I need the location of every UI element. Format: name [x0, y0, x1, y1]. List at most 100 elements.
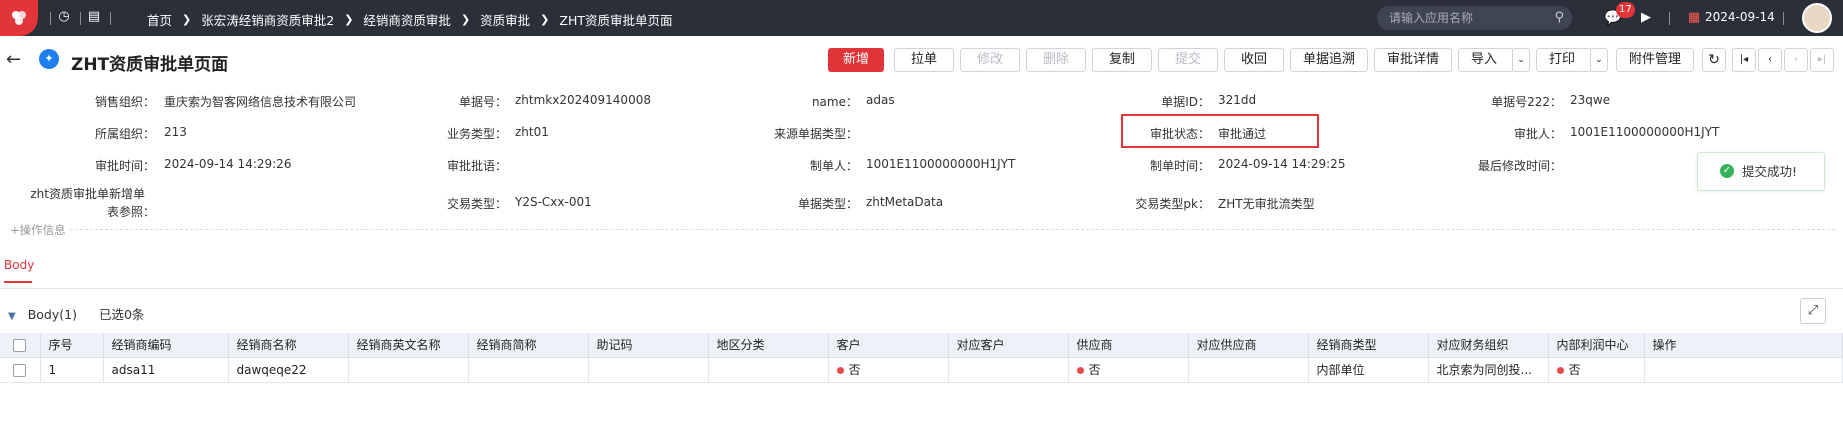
- cell-dealer-code[interactable]: adsa11: [103, 357, 229, 383]
- column-header[interactable]: 对应客户: [948, 333, 1069, 358]
- field-value-doc-no-222: 23qwe: [1570, 93, 1611, 107]
- tab-body[interactable]: Body: [4, 258, 34, 272]
- chevron-right-icon: ❯: [540, 13, 550, 26]
- cell-finance-org[interactable]: 北京索为同创投...: [1428, 357, 1549, 383]
- status-dot-icon: [1556, 367, 1564, 374]
- column-header[interactable]: 对应供应商: [1188, 333, 1309, 358]
- notification-badge: 17: [1616, 2, 1635, 18]
- field-label-name: name：: [811, 95, 858, 109]
- breadcrumb: 首页 ❯ 张宏涛经销商资质审批2 ❯ 经销商资质审批 ❯ 资质审批 ❯ ZHT资…: [147, 10, 673, 29]
- column-header[interactable]: 序号: [40, 333, 104, 358]
- back-arrow-icon[interactable]: ←: [6, 49, 21, 70]
- column-header[interactable]: 经销商简称: [468, 333, 589, 358]
- print-dropdown-chevron-icon[interactable]: ⌄: [1590, 48, 1608, 72]
- attachment-management-button[interactable]: 附件管理: [1616, 48, 1694, 72]
- chevron-right-icon: ❯: [344, 13, 354, 26]
- field-value-sales-org: 重庆索为智客网络信息技术有限公司: [164, 95, 357, 109]
- field-label-trade-type: 交易类型：: [446, 197, 507, 211]
- delete-button[interactable]: 删除: [1026, 48, 1086, 72]
- column-header[interactable]: 经销商名称: [228, 333, 349, 358]
- field-label-source-doc-type: 来源单据类型：: [773, 127, 858, 141]
- trace-document-button[interactable]: 单据追溯: [1290, 48, 1368, 72]
- avatar[interactable]: [1802, 3, 1832, 33]
- app-logo[interactable]: [0, 0, 38, 36]
- divider: [0, 288, 1843, 289]
- field-value-creator: 1001E1100000000H1JYT: [866, 157, 1016, 171]
- breadcrumb-item[interactable]: 张宏涛经销商资质审批2: [201, 10, 334, 29]
- cell-customer[interactable]: 否: [828, 357, 949, 383]
- field-value-doc-id: 321dd: [1218, 93, 1257, 107]
- app-search-input[interactable]: 请输入应用名称 ⚲: [1377, 6, 1572, 30]
- refresh-icon[interactable]: ↻: [1702, 48, 1726, 72]
- last-record-icon[interactable]: ▸|: [1810, 48, 1834, 72]
- column-header[interactable]: 对应财务组织: [1428, 333, 1549, 358]
- column-header[interactable]: 操作: [1644, 333, 1843, 358]
- column-header[interactable]: 经销商编码: [103, 333, 229, 358]
- cell-dealer-name[interactable]: dawqeqe22: [228, 357, 349, 383]
- chevron-right-icon: ❯: [460, 13, 471, 26]
- video-icon[interactable]: ▶: [1638, 10, 1654, 26]
- recall-button[interactable]: 收回: [1224, 48, 1284, 72]
- select-all-checkbox[interactable]: [0, 333, 41, 358]
- prev-record-icon[interactable]: ‹: [1758, 48, 1782, 72]
- cell-seq: 1: [40, 357, 104, 383]
- column-header[interactable]: 助记码: [588, 333, 709, 358]
- column-header[interactable]: 地区分类: [708, 333, 829, 358]
- breadcrumb-item[interactable]: 资质审批: [480, 10, 530, 29]
- cell-mapped-customer[interactable]: [948, 357, 1069, 383]
- fullscreen-icon[interactable]: ⤢: [1800, 298, 1826, 324]
- toast-message: 提交成功!: [1742, 164, 1798, 179]
- next-record-icon[interactable]: ›: [1784, 48, 1808, 72]
- approval-details-button[interactable]: 审批详情: [1374, 48, 1452, 72]
- row-checkbox[interactable]: [0, 357, 41, 383]
- collapse-caret-icon[interactable]: ▼: [8, 311, 16, 322]
- column-header[interactable]: 经销商类型: [1308, 333, 1429, 358]
- calendar-icon[interactable]: ▦: [1686, 10, 1702, 26]
- cell-customer-value: 否: [848, 363, 861, 377]
- search-icon[interactable]: ⚲: [1554, 6, 1564, 30]
- cell-profit-center[interactable]: 否: [1548, 357, 1645, 383]
- cell-supplier[interactable]: 否: [1068, 357, 1189, 383]
- copy-button[interactable]: 复制: [1092, 48, 1152, 72]
- submit-button[interactable]: 提交: [1158, 48, 1218, 72]
- import-button[interactable]: 导入: [1458, 48, 1514, 72]
- column-header[interactable]: 供应商: [1068, 333, 1189, 358]
- column-header[interactable]: 内部利润中心: [1548, 333, 1645, 358]
- field-label-owner-org: 所属组织：: [94, 127, 155, 141]
- section-title: Body(1): [27, 307, 77, 322]
- import-dropdown-chevron-icon[interactable]: ⌄: [1512, 48, 1530, 72]
- cell-dealer-type[interactable]: 内部单位: [1308, 357, 1429, 383]
- breadcrumb-home[interactable]: 首页: [147, 10, 172, 29]
- cell-mapped-supplier[interactable]: [1188, 357, 1309, 383]
- column-header[interactable]: 经销商英文名称: [348, 333, 469, 358]
- cell-dealer-english-name[interactable]: [348, 357, 469, 383]
- edit-button[interactable]: 修改: [960, 48, 1020, 72]
- app-icon: ✦: [39, 49, 59, 69]
- cell-region[interactable]: [708, 357, 829, 383]
- chevron-right-icon: ❯: [182, 13, 192, 26]
- field-value-create-time: 2024-09-14 14:29:25: [1218, 157, 1346, 171]
- clock-icon[interactable]: ◷: [56, 9, 72, 25]
- first-record-icon[interactable]: |◂: [1732, 48, 1756, 72]
- field-label-business-type: 业务类型：: [446, 127, 507, 141]
- add-button[interactable]: 新增: [828, 48, 884, 72]
- field-value-business-type: zht01: [515, 125, 549, 139]
- field-value-approval-time: 2024-09-14 14:29:26: [164, 157, 292, 171]
- operation-info-toggle[interactable]: +操作信息: [10, 222, 66, 238]
- column-header[interactable]: 客户: [828, 333, 949, 358]
- breadcrumb-item[interactable]: 经销商资质审批: [363, 10, 451, 29]
- cell-actions[interactable]: [1644, 357, 1843, 383]
- field-value-trade-type-pk: ZHT无审批流类型: [1218, 197, 1315, 211]
- cell-profit-center-value: 否: [1568, 363, 1581, 377]
- status-dot-icon: [836, 367, 844, 374]
- document-icon[interactable]: ▤: [86, 9, 102, 25]
- table-row[interactable]: 1 adsa11 dawqeqe22 否 否 内部单位 北京索为同创投... 否: [0, 357, 1843, 383]
- cell-mnemonic[interactable]: [588, 357, 709, 383]
- table-header-row: 序号 经销商编码 经销商名称 经销商英文名称 经销商简称 助记码 地区分类 客户…: [0, 333, 1843, 358]
- field-label-creator: 制单人：: [809, 159, 858, 173]
- pull-order-button[interactable]: 拉单: [894, 48, 954, 72]
- divider: [70, 229, 1835, 230]
- field-label-ref-line2: 表参照：: [106, 205, 155, 219]
- cell-dealer-short-name[interactable]: [468, 357, 589, 383]
- print-button[interactable]: 打印: [1536, 48, 1592, 72]
